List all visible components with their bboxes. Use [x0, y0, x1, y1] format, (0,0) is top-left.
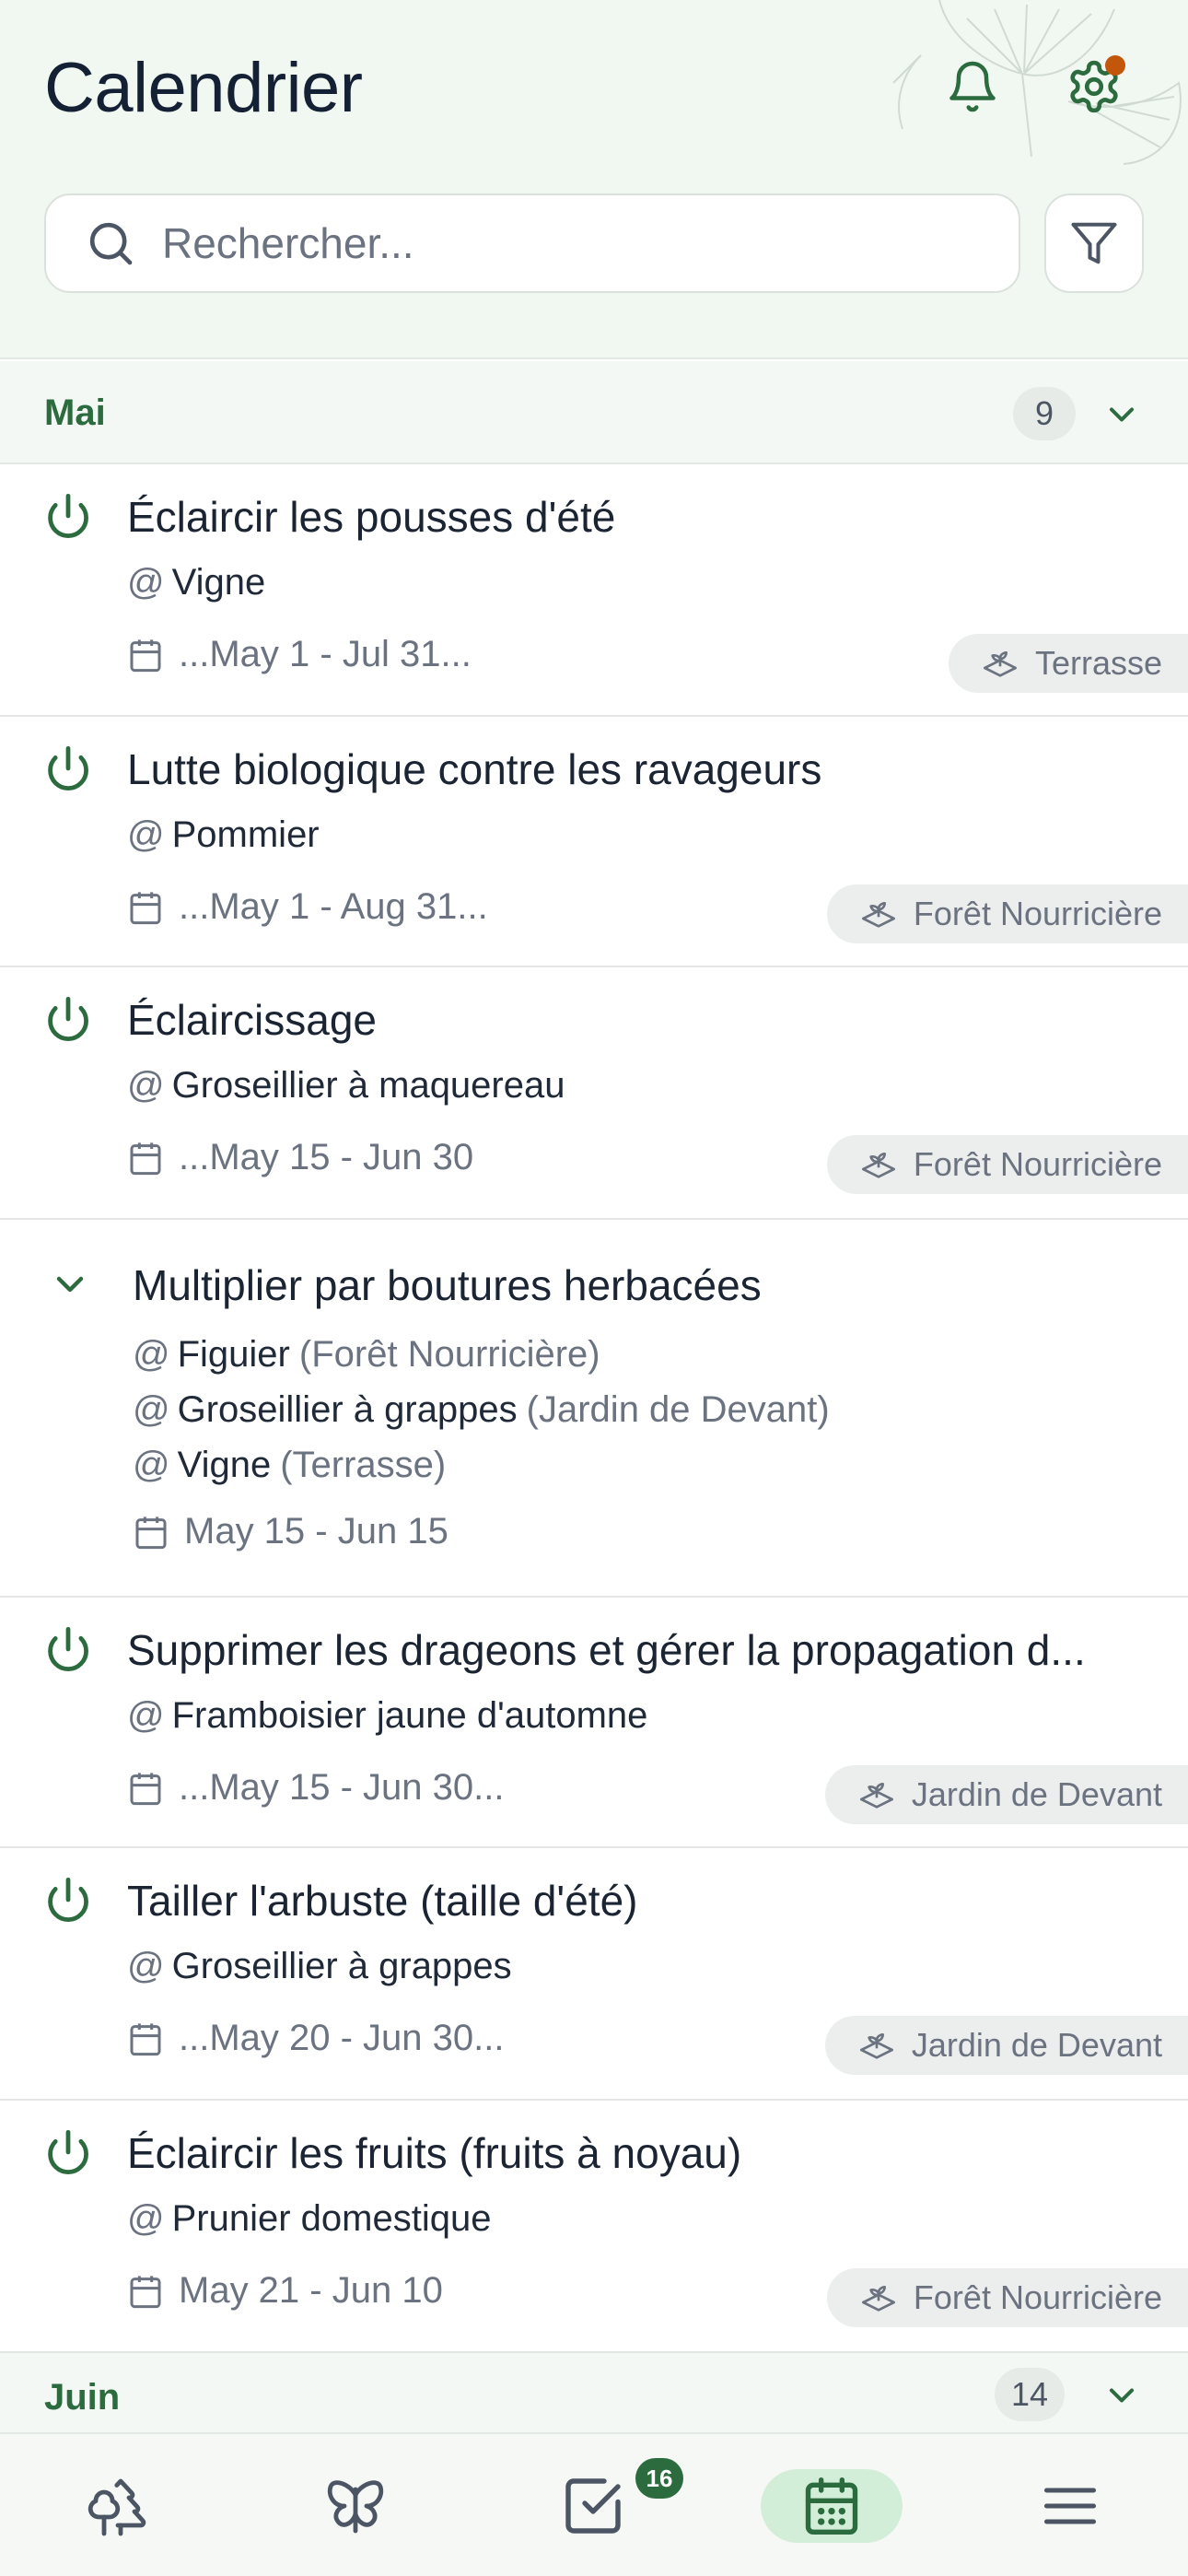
hamburger-menu-icon — [1043, 2488, 1097, 2524]
notifications-button[interactable] — [936, 50, 1009, 123]
task-group-item[interactable]: Multiplier par boutures herbacées @ Figui… — [0, 1220, 1188, 1598]
calendar-icon — [130, 1142, 161, 1175]
checkbox-icon — [565, 2478, 621, 2534]
calendar-icon — [805, 2476, 858, 2535]
butterfly-icon — [327, 2480, 384, 2534]
location-badge: Forêt Nourricière — [826, 1135, 1188, 1194]
month-header-juin[interactable]: Juin 14 — [0, 2353, 1188, 2436]
nav-calendar[interactable] — [795, 2469, 868, 2543]
tasks-count-badge: 16 — [635, 2458, 683, 2499]
garden-plot-icon — [859, 2033, 893, 2059]
search-placeholder: Rechercher... — [162, 219, 414, 267]
task-date: ...May 20 - Jun 30... — [127, 2018, 505, 2059]
task-plant: @ Groseillier à grappes — [127, 1946, 512, 1986]
task-item[interactable]: Tailler l'arbuste (taille d'été) @ Grosei… — [0, 1848, 1188, 2101]
nav-tasks[interactable] — [556, 2469, 630, 2543]
task-item[interactable]: Éclaircissage @ Groseillier à maquereau .… — [0, 967, 1188, 1220]
calendar-icon — [130, 638, 161, 672]
location-badge: Forêt Nourricière — [826, 2268, 1188, 2327]
calendar-icon — [130, 2022, 161, 2055]
task-date: ...May 15 - Jun 30 — [127, 1137, 473, 1178]
power-icon[interactable] — [44, 1625, 92, 1673]
month-name: Juin — [44, 2377, 121, 2418]
task-date: May 21 - Jun 10 — [127, 2270, 443, 2312]
nav-menu[interactable] — [1033, 2469, 1107, 2543]
task-plant-row: @ Vigne (Terrasse) — [133, 1445, 447, 1485]
garden-plot-icon — [861, 1153, 895, 1178]
calendar-icon — [130, 1772, 161, 1805]
nav-plants[interactable] — [81, 2469, 155, 2543]
filter-button[interactable] — [1044, 193, 1144, 293]
page-title: Calendrier — [44, 49, 363, 127]
task-title: Lutte biologique contre les ravageurs — [127, 745, 822, 793]
chevron-down-icon — [1109, 2388, 1135, 2403]
garden-plot-icon — [859, 1783, 893, 1809]
power-icon[interactable] — [44, 1876, 92, 1924]
location-badge: Terrasse — [948, 634, 1188, 693]
task-title: Éclaircissage — [127, 996, 377, 1044]
at-icon: @ — [127, 814, 165, 855]
at-icon: @ — [127, 562, 165, 603]
garden-plot-icon — [861, 2286, 895, 2312]
power-icon[interactable] — [44, 2128, 92, 2176]
task-date: ...May 1 - Jul 31... — [127, 634, 472, 675]
app-header: Calendrier Rechercher... — [0, 0, 1188, 359]
search-input[interactable]: Rechercher... — [44, 193, 1020, 293]
location-badge: Jardin de Devant — [824, 2016, 1188, 2075]
task-plant: @ Framboisier jaune d'automne — [127, 1695, 648, 1736]
ginkgo-leaf-decoration — [892, 0, 1182, 165]
task-title: Éclaircir les fruits (fruits à noyau) — [127, 2129, 742, 2177]
task-plant-row: @ Groseillier à grappes (Jardin de Devant) — [133, 1389, 830, 1430]
calendar-icon — [130, 891, 161, 924]
task-title: Multiplier par boutures herbacées — [133, 1261, 762, 1309]
task-title: Supprimer les drageons et gérer la propa… — [127, 1626, 1086, 1674]
task-item[interactable]: Éclaircir les pousses d'été @ Vigne ...Ma… — [0, 464, 1188, 717]
task-plant: @ Prunier domestique — [127, 2198, 492, 2239]
power-icon[interactable] — [44, 492, 92, 540]
garden-plot-icon — [861, 902, 895, 928]
month-count-badge: 14 — [995, 2368, 1066, 2421]
location-badge: Forêt Nourricière — [826, 884, 1188, 943]
month-count-badge: 9 — [1013, 387, 1076, 440]
garden-plot-icon — [983, 651, 1017, 677]
task-plant: @ Vigne — [127, 562, 266, 603]
at-icon: @ — [133, 1334, 170, 1375]
task-title: Éclaircir les pousses d'été — [127, 493, 616, 541]
at-icon: @ — [127, 2198, 165, 2239]
month-header-mai[interactable]: Mai 9 — [0, 361, 1188, 464]
task-date: May 15 - Jun 15 — [133, 1511, 448, 1552]
at-icon: @ — [133, 1445, 170, 1485]
task-date: ...May 15 - Jun 30... — [127, 1767, 505, 1809]
at-icon: @ — [127, 1065, 165, 1106]
bell-icon — [949, 61, 996, 112]
nav-wildlife[interactable] — [319, 2469, 392, 2543]
notification-dot — [1105, 55, 1125, 76]
task-plant: @ Pommier — [127, 814, 320, 855]
task-title: Tailler l'arbuste (taille d'été) — [127, 1877, 638, 1925]
location-badge: Jardin de Devant — [824, 1765, 1188, 1824]
task-item[interactable]: Éclaircir les fruits (fruits à noyau) @ P… — [0, 2101, 1188, 2353]
trees-icon — [87, 2478, 146, 2536]
at-icon: @ — [127, 1695, 165, 1736]
bottom-navigation: 16 — [0, 2432, 1188, 2576]
calendar-icon — [130, 2275, 161, 2308]
task-plant-row: @ Figuier (Forêt Nourricière) — [133, 1334, 600, 1375]
task-date: ...May 1 - Aug 31... — [127, 886, 488, 928]
task-plant: @ Groseillier à maquereau — [127, 1065, 565, 1106]
month-name: Mai — [44, 392, 106, 433]
at-icon: @ — [133, 1389, 170, 1430]
power-icon[interactable] — [44, 744, 92, 792]
power-icon[interactable] — [44, 995, 92, 1043]
task-item[interactable]: Lutte biologique contre les ravageurs @ P… — [0, 717, 1188, 967]
at-icon: @ — [127, 1946, 165, 1986]
task-item[interactable]: Supprimer les drageons et gérer la propa… — [0, 1598, 1188, 1848]
filter-icon — [1071, 222, 1117, 264]
search-icon — [89, 222, 133, 265]
chevron-down-icon — [1109, 407, 1135, 422]
settings-button[interactable] — [1057, 50, 1131, 123]
calendar-icon — [135, 1516, 167, 1549]
chevron-down-icon[interactable] — [48, 1262, 92, 1306]
